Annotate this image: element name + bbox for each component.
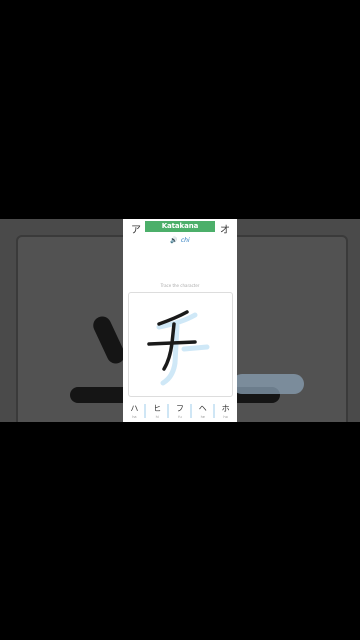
divider	[212, 404, 215, 418]
divider	[189, 404, 192, 418]
speaker-icon: 🔊	[170, 237, 178, 244]
drawn-stroke	[162, 322, 176, 371]
kana-char: ホ	[221, 404, 230, 413]
kana-char: ハ	[130, 404, 139, 413]
page-title: Katakana Alphabet	[145, 221, 215, 241]
instruction-text: Trace the character	[160, 283, 200, 288]
guide-stroke	[181, 344, 210, 352]
kana-char: ヘ	[198, 404, 207, 413]
kana-option[interactable]: ハ ha	[125, 401, 147, 422]
top-bar: ア Katakana Alphabet オ	[123, 219, 237, 241]
tracing-canvas[interactable]	[128, 292, 233, 397]
audio-button[interactable]: 🔊 chi	[123, 237, 237, 244]
background-guide-stroke	[232, 374, 304, 394]
kana-romaji: fu	[178, 415, 182, 419]
next-kana-button[interactable]: オ	[220, 221, 230, 236]
kana-strokes	[147, 310, 210, 386]
kana-romaji: he	[200, 415, 205, 419]
kana-selector: ハ ha ヒ hi フ fu ヘ he ホ ho	[123, 401, 237, 422]
divider	[167, 404, 170, 418]
romaji-label: chi	[180, 237, 190, 244]
app-screen: ア Katakana Alphabet オ 🔊 chi Trace the cha…	[123, 219, 237, 422]
kana-option[interactable]: ホ ho	[217, 401, 235, 422]
kana-romaji: hi	[155, 415, 159, 419]
kana-romaji: ha	[132, 415, 137, 419]
prev-kana-button[interactable]: ア	[131, 221, 141, 236]
divider	[144, 404, 147, 418]
kana-romaji: ho	[223, 415, 228, 419]
kana-option[interactable]: ヘ he	[194, 401, 215, 422]
kana-option[interactable]: フ fu	[171, 401, 192, 422]
kana-char: ヒ	[153, 404, 162, 413]
kana-option[interactable]: ヒ hi	[148, 401, 170, 422]
kana-char: フ	[175, 404, 184, 413]
